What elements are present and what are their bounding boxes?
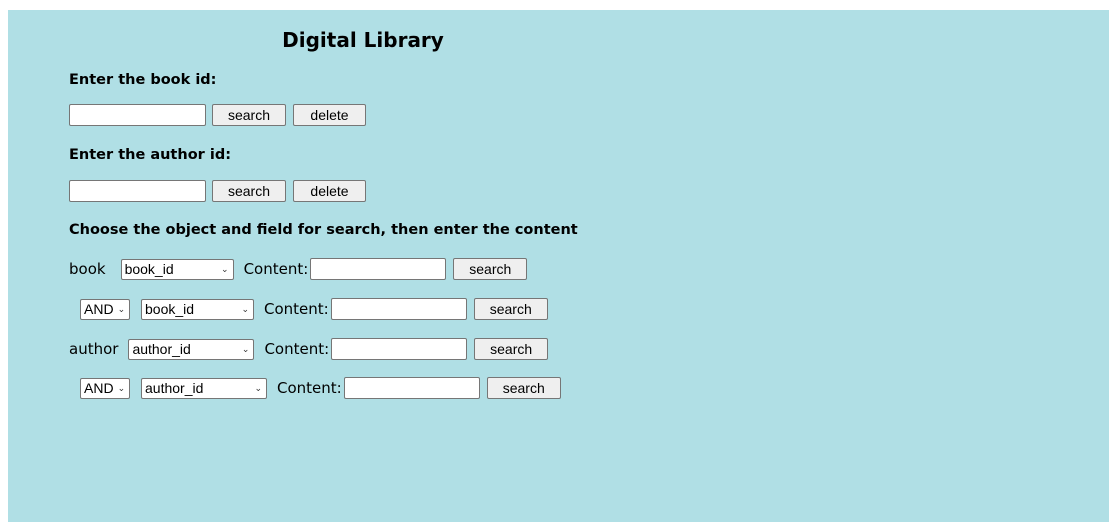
author-field-value: author_id [132,341,191,357]
content-label: Content: [243,260,309,278]
author-field-select-2[interactable]: author_id ⌄ [141,377,267,399]
book-content-search-button-2[interactable]: search [473,298,548,320]
book-content-search-button[interactable]: search [453,258,528,280]
author-operator-value: AND [84,380,114,396]
chevron-down-icon: ⌄ [241,343,250,354]
chevron-down-icon: ⌄ [221,263,229,274]
main-panel: Digital Library Enter the book id: searc… [8,10,1109,522]
book-content-input-2[interactable] [330,298,467,320]
book-delete-button[interactable]: delete [293,104,366,126]
author-content-input[interactable] [331,338,468,360]
chevron-down-icon: ⌄ [117,303,126,314]
object-label-book: book [69,260,106,278]
content-label: Content: [264,300,329,318]
chevron-down-icon: ⌄ [117,382,126,393]
object-label-author: author [69,340,119,358]
book-field-value-2: book_id [145,301,195,317]
search-instruction: Choose the object and field for search, … [69,222,578,238]
search-row-author: author author_id ⌄ Content: search [69,338,549,360]
book-id-label: Enter the book id: [69,72,217,88]
author-search-button[interactable]: search [212,180,286,202]
page-title: Digital Library [282,28,444,52]
chevron-down-icon: ⌄ [254,382,262,393]
content-label: Content: [264,340,330,358]
author-id-row: search delete [69,180,366,202]
author-operator-select[interactable]: AND ⌄ [80,377,130,399]
author-field-value-2: author_id [145,380,204,396]
book-id-input[interactable] [69,104,206,126]
book-field-value: book_id [124,261,174,277]
author-content-search-button[interactable]: search [474,338,549,360]
author-content-search-button-2[interactable]: search [486,377,561,399]
author-id-input[interactable] [69,180,206,202]
content-label: Content: [277,379,342,397]
author-content-input-2[interactable] [343,377,480,399]
book-operator-select[interactable]: AND ⌄ [80,298,130,320]
author-id-label: Enter the author id: [69,147,231,163]
author-delete-button[interactable]: delete [293,180,366,202]
author-field-select[interactable]: author_id ⌄ [128,338,255,360]
search-row-book: book book_id ⌄ Content: search [69,258,528,280]
book-content-input[interactable] [310,258,447,280]
search-row-and-book: AND ⌄ book_id ⌄ Content: search [80,298,548,320]
book-id-row: search delete [69,104,366,126]
search-row-and-author: AND ⌄ author_id ⌄ Content: search [80,377,561,399]
chevron-down-icon: ⌄ [241,303,249,314]
book-field-select-2[interactable]: book_id ⌄ [141,298,254,320]
book-operator-value: AND [84,301,114,317]
book-search-button[interactable]: search [212,104,286,126]
book-field-select[interactable]: book_id ⌄ [120,258,234,280]
